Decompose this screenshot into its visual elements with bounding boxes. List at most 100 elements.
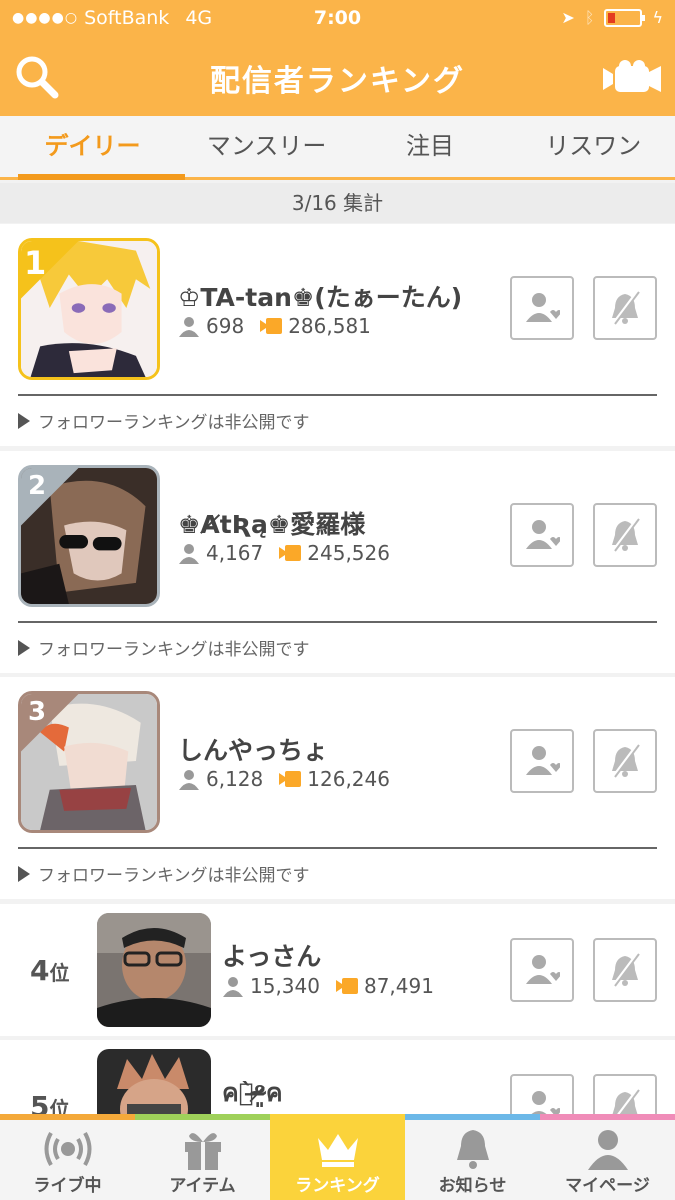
follower-ranking-note[interactable]: フォロワーランキングは非公開です	[18, 861, 310, 886]
follower-icon	[223, 977, 243, 997]
streamer-stats: 698 286,581	[178, 314, 371, 338]
ranking-tabs: デイリー マンスリー 注目 リスワン	[0, 116, 675, 180]
follower-count: 15,340	[250, 974, 320, 998]
nav-label: マイページ	[565, 1176, 650, 1196]
streamer-name[interactable]: よっさん	[222, 937, 321, 973]
avatar[interactable]	[97, 1049, 211, 1114]
points-icon	[279, 545, 302, 561]
nav-label: アイテム	[169, 1176, 236, 1196]
nav-ranking[interactable]: ランキング	[270, 1114, 405, 1200]
follower-ranking-note[interactable]: フォロワーランキングは非公開です	[18, 635, 310, 660]
nav-label: ランキング	[295, 1176, 380, 1196]
notification-button[interactable]	[593, 729, 657, 793]
follower-note-text: フォロワーランキングは非公開です	[38, 640, 310, 660]
notification-button[interactable]	[593, 938, 657, 1002]
points-icon	[260, 318, 283, 334]
nav-items[interactable]: アイテム	[135, 1114, 270, 1200]
page-title: 配信者ランキング	[209, 64, 466, 99]
points-count: 87,491	[363, 974, 434, 998]
rank-number: 5位	[30, 1090, 70, 1114]
bell-off-icon	[612, 1089, 640, 1114]
ranking-card[interactable]: 5位 ค๑̀ᵒ̴̶̷͈ค	[0, 1040, 675, 1114]
follower-icon	[179, 544, 199, 564]
tab-daily[interactable]: デイリー	[0, 116, 185, 180]
nav-color-stripe	[0, 1114, 675, 1120]
bell-off-icon	[611, 953, 640, 987]
ranking-card[interactable]: 1 ♔TA-tan♚(たぁーたん) 698 286,581 フォロワーランキング…	[0, 224, 675, 446]
rank-badge: 1	[24, 244, 47, 282]
disclosure-triangle-icon	[18, 412, 30, 429]
rank-badge: 2	[28, 471, 47, 501]
follower-icon	[179, 770, 199, 790]
disclosure-triangle-icon	[18, 639, 30, 656]
video-camera-icon[interactable]	[603, 60, 663, 96]
streamer-name[interactable]: ♔TA-tan♚(たぁーたん)	[178, 278, 462, 314]
points-count: 126,246	[307, 767, 390, 791]
follow-user-icon	[526, 746, 560, 775]
follow-user-icon	[526, 955, 560, 984]
broadcast-icon	[44, 1132, 91, 1166]
notification-button[interactable]	[593, 1074, 657, 1114]
follower-count: 4,167	[206, 541, 264, 565]
divider	[18, 621, 657, 623]
bell-off-icon	[611, 744, 640, 778]
rank-badge: 3	[28, 697, 47, 727]
notification-button[interactable]	[593, 276, 657, 340]
divider	[18, 394, 657, 396]
streamer-stats: 15,340 87,491	[222, 974, 434, 998]
streamer-stats: 4,167 245,526	[178, 541, 390, 565]
avatar-photo	[97, 913, 211, 1027]
follow-button[interactable]	[510, 503, 574, 567]
app-header: 配信者ランキング	[0, 38, 675, 116]
nav-label: お知らせ	[438, 1176, 507, 1196]
nav-notifications[interactable]: お知らせ	[405, 1114, 540, 1200]
nav-label: ライブ中	[33, 1176, 102, 1196]
follow-button[interactable]	[510, 1074, 574, 1114]
points-icon	[335, 978, 358, 994]
follow-button[interactable]	[510, 938, 574, 1002]
follow-user-icon	[526, 520, 560, 549]
ranking-card[interactable]: 2 ♚ȺtƦą♚愛羅様 4,167 245,526 フォロワーランキングは非公開…	[0, 451, 675, 673]
points-icon	[279, 771, 302, 787]
ranking-card[interactable]: 3 しんやっちょ 6,128 126,246 フォロワーランキングは非公開です	[0, 677, 675, 899]
bluetooth-icon: ᛒ	[584, 8, 595, 27]
status-bar: ●●●●○ SoftBank 4G 7:00 ➤ ᛒ ϟ	[0, 0, 675, 38]
streamer-name[interactable]: しんやっちょ	[178, 731, 328, 767]
follower-count: 6,128	[206, 767, 264, 791]
streamer-stats: 6,128 126,246	[178, 767, 390, 791]
streamer-name[interactable]: ค๑̀ᵒ̴̶̷͈ค	[222, 1073, 283, 1113]
follower-icon	[179, 317, 199, 337]
crown-icon	[317, 1134, 358, 1167]
follower-count: 698	[206, 314, 245, 338]
bell-icon	[456, 1130, 489, 1169]
follow-button[interactable]	[510, 729, 574, 793]
avatar[interactable]	[97, 913, 211, 1027]
nav-live[interactable]: ライブ中	[0, 1114, 135, 1200]
follow-user-icon	[526, 293, 560, 322]
follower-note-text: フォロワーランキングは非公開です	[38, 866, 310, 886]
gift-icon	[184, 1133, 221, 1170]
user-icon	[587, 1130, 628, 1170]
bell-off-icon	[611, 291, 640, 325]
tab-monthly[interactable]: マンスリー	[185, 116, 348, 177]
avatar-photo	[97, 1049, 211, 1114]
divider	[18, 847, 657, 849]
rank-number: 4位	[30, 954, 70, 987]
ranking-card[interactable]: 4位 よっさん 15,340 87,491	[0, 904, 675, 1036]
bell-off-icon	[611, 518, 640, 552]
disclosure-triangle-icon	[18, 865, 30, 882]
battery-icon	[604, 8, 646, 27]
aggregation-date: 3/16 集計	[0, 183, 675, 223]
tab-risuwan[interactable]: リスワン	[512, 116, 675, 177]
follow-user-icon	[531, 1091, 560, 1114]
nav-mypage[interactable]: マイページ	[540, 1114, 675, 1200]
tab-featured[interactable]: 注目	[348, 116, 511, 177]
follower-ranking-note[interactable]: フォロワーランキングは非公開です	[18, 408, 310, 433]
points-count: 245,526	[307, 541, 390, 565]
follow-button[interactable]	[510, 276, 574, 340]
charging-icon: ϟ	[652, 8, 663, 27]
follower-note-text: フォロワーランキングは非公開です	[38, 413, 310, 433]
notification-button[interactable]	[593, 503, 657, 567]
location-icon: ➤	[561, 8, 575, 27]
streamer-name[interactable]: ♚ȺtƦą♚愛羅様	[178, 505, 365, 541]
